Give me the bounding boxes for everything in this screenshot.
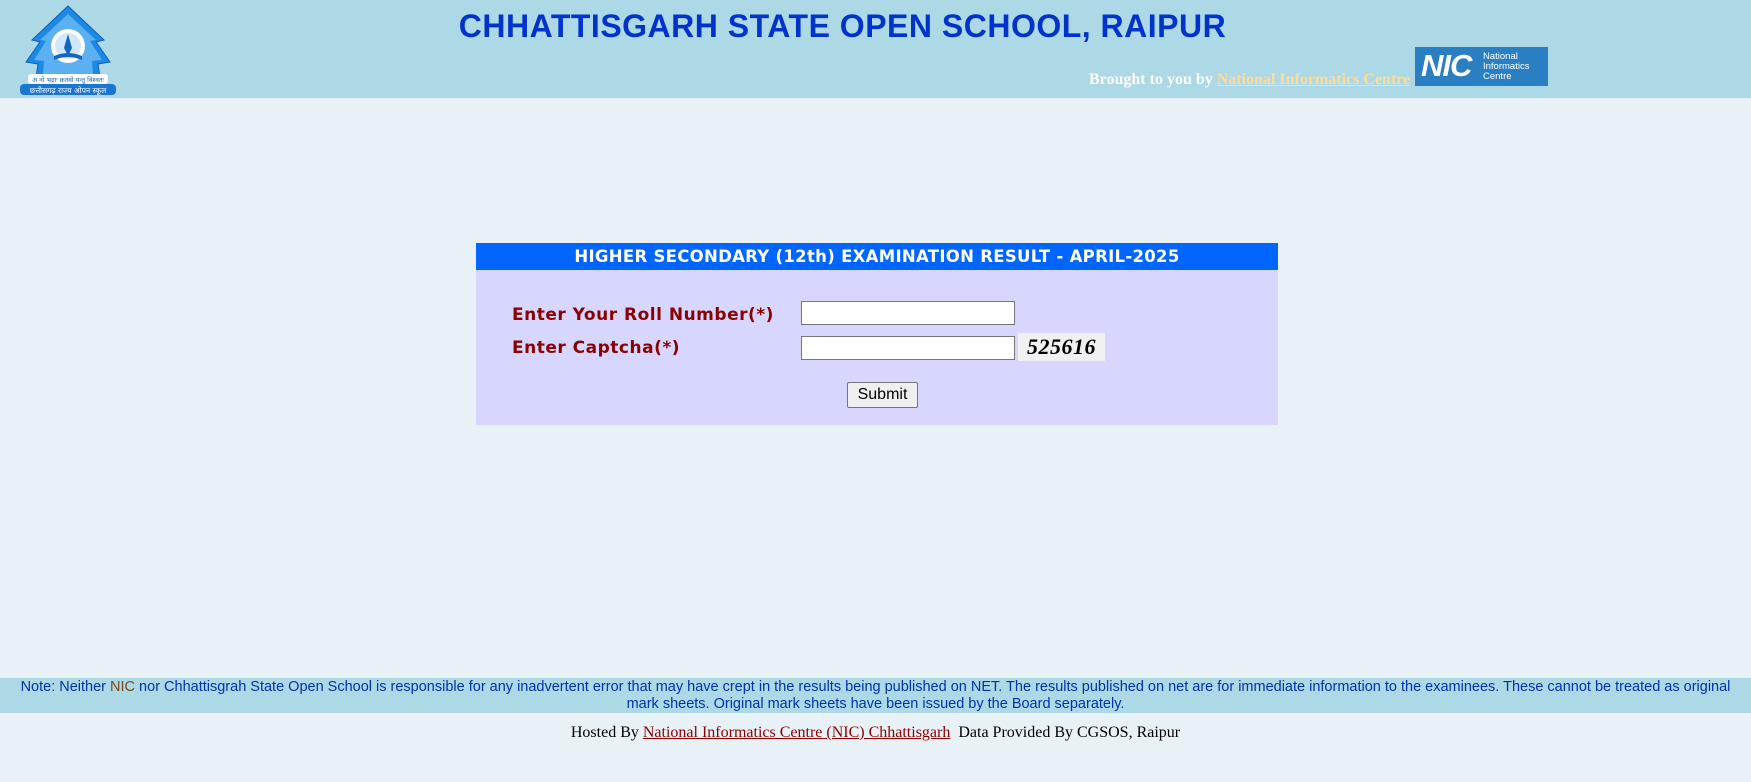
captcha-label: Enter Captcha(*) (512, 338, 680, 358)
form-heading: HIGHER SECONDARY (12th) EXAMINATION RESU… (476, 243, 1278, 270)
disclaimer-band: Note: Neither NIC nor Chhattisgrah State… (0, 678, 1751, 713)
captcha-image: 525616 (1018, 333, 1105, 361)
disclaimer-prefix: Note: Neither (20, 679, 111, 695)
nic-link[interactable]: National Informatics Centre (1217, 71, 1410, 88)
svg-text:छत्तीसगढ़ राज्य ओपन स्कूल: छत्तीसगढ़ राज्य ओपन स्कूल (30, 86, 107, 96)
brought-by-text: Brought to you by National Informatics C… (1089, 71, 1410, 89)
roll-number-input[interactable] (801, 301, 1015, 325)
nic-logo: NIC National Informatics Centre (1415, 47, 1548, 86)
hosted-by-footer: Hosted By National Informatics Centre (N… (0, 724, 1751, 742)
page-title: CHHATTISGARH STATE OPEN SCHOOL, RAIPUR (458, 8, 1227, 44)
svg-text:अ नो भद्राः क्रतवो यन्तु विश्व: अ नो भद्राः क्रतवो यन्तु विश्वतः (32, 76, 104, 84)
nic-logo-line: Centre (1483, 71, 1512, 82)
submit-button[interactable]: Submit (847, 382, 918, 408)
site-header: अ नो भद्राः क्रतवो यन्तु विश्वतः छत्तीसग… (0, 0, 1751, 98)
disclaimer-nic: NIC (110, 679, 136, 695)
disclaimer-body: nor Chhattisgrah State Open School is re… (135, 679, 1731, 712)
nic-logo-text: National Informatics Centre (1483, 52, 1529, 82)
disclaimer-text: Note: Neither NIC nor Chhattisgrah State… (6, 678, 1746, 713)
result-form: HIGHER SECONDARY (12th) EXAMINATION RESU… (476, 243, 1278, 425)
hosted-by-prefix: Hosted By (570, 724, 643, 741)
brought-by-prefix: Brought to you by (1089, 71, 1217, 88)
captcha-input[interactable] (801, 336, 1015, 360)
data-provided-text: Data Provided By CGSOS, Raipur (958, 724, 1181, 741)
nic-chhattisgarh-link[interactable]: National Informatics Centre (NIC) Chhatt… (643, 724, 950, 741)
roll-number-label: Enter Your Roll Number(*) (512, 305, 774, 325)
nic-logo-letters: NIC (1421, 48, 1472, 83)
